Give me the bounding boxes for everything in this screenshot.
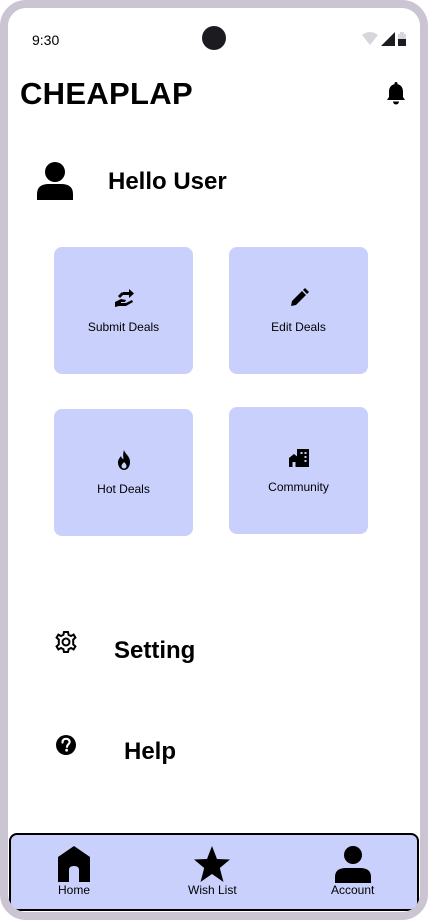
- nav-account[interactable]: Account: [331, 845, 374, 897]
- help-circle-icon[interactable]: [55, 734, 77, 761]
- person-icon: [35, 160, 75, 205]
- tile-label: Edit Deals: [271, 319, 326, 334]
- tile-label: Hot Deals: [97, 481, 150, 496]
- help-menu-item[interactable]: Help: [124, 738, 176, 766]
- nav-label: Wish List: [188, 883, 237, 897]
- buildings-icon: [288, 448, 309, 467]
- submit-deals-tile[interactable]: Submit Deals: [54, 247, 193, 374]
- bell-icon[interactable]: [385, 82, 407, 111]
- tile-label: Submit Deals: [87, 319, 160, 334]
- setting-menu-item[interactable]: Setting: [114, 637, 195, 665]
- community-tile[interactable]: Community: [229, 407, 368, 534]
- gear-icon[interactable]: [55, 631, 77, 658]
- bottom-navigation: Home Wish List Account: [9, 833, 419, 911]
- tile-label: Community: [268, 479, 329, 494]
- fire-icon: [117, 449, 130, 470]
- status-time: 9:30: [32, 32, 60, 48]
- star-icon: [194, 846, 231, 882]
- hand-deal-icon: [114, 288, 134, 307]
- status-icons: [362, 32, 406, 46]
- status-bar: 9:30: [8, 8, 420, 68]
- wifi-icon: [362, 32, 378, 45]
- person-icon: [334, 846, 371, 883]
- app-title: CHEAPLAP: [20, 76, 193, 111]
- nav-wish-list[interactable]: Wish List: [188, 845, 237, 897]
- greeting-text: Hello User: [108, 168, 227, 195]
- pencil-icon: [290, 287, 309, 306]
- signal-icon: [381, 32, 395, 46]
- nav-label: Account: [331, 883, 375, 897]
- camera-cutout: [202, 26, 226, 50]
- phone-frame: 9:30 CHEAPLAP Hello User Submit Deals Ed…: [0, 0, 428, 920]
- edit-deals-tile[interactable]: Edit Deals: [229, 247, 368, 374]
- hot-deals-tile[interactable]: Hot Deals: [54, 409, 193, 536]
- nav-home[interactable]: Home: [55, 845, 93, 897]
- home-icon: [58, 846, 90, 882]
- nav-label: Home: [57, 883, 90, 897]
- battery-icon: [398, 32, 406, 46]
